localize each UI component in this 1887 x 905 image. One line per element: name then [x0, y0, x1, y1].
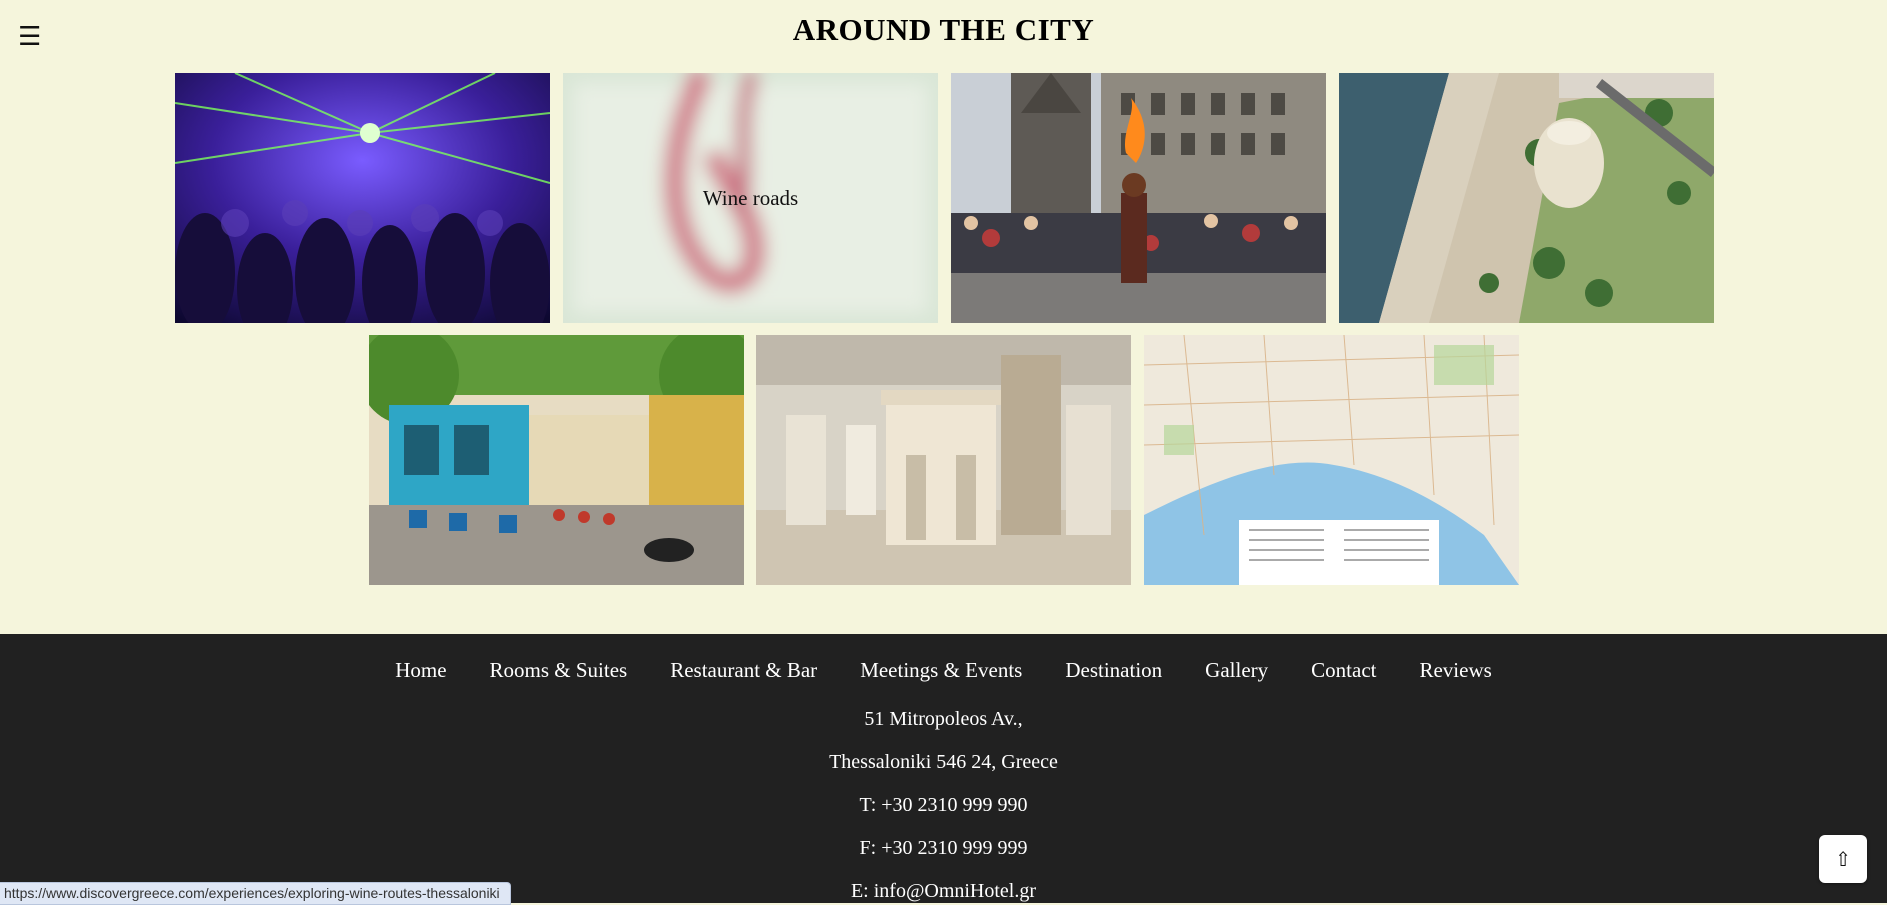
fax-number: F: +30 2310 999 999	[859, 837, 1028, 859]
arrow-up-icon: ⇧	[1834, 848, 1852, 871]
address-line-2: Thessaloniki 546 24, Greece	[829, 751, 1058, 773]
footer-link-destination[interactable]: Destination	[1065, 658, 1162, 683]
footer-link-meetings-events[interactable]: Meetings & Events	[860, 658, 1022, 683]
footer-link-rooms-suites[interactable]: Rooms & Suites	[490, 658, 628, 683]
city-map-image	[1144, 335, 1519, 585]
page-title: AROUND THE CITY	[792, 12, 1095, 47]
footer-nav: Home Rooms & Suites Restaurant & Bar Mee…	[0, 658, 1887, 683]
footer-link-contact[interactable]: Contact	[1311, 658, 1376, 683]
footer-link-reviews[interactable]: Reviews	[1419, 658, 1491, 683]
phone-number: T: +30 2310 999 990	[859, 794, 1028, 816]
tile-wine-roads[interactable]: Wine roads	[563, 73, 938, 323]
tile-white-tower[interactable]	[1339, 73, 1714, 323]
museum-hall-monuments-image	[756, 335, 1131, 585]
tile-city-map[interactable]	[1144, 335, 1519, 585]
white-tower-aerial-image	[1339, 73, 1714, 323]
footer-link-home[interactable]: Home	[395, 658, 446, 683]
tile-museum[interactable]	[756, 335, 1131, 585]
old-town-cafes-street-image	[369, 335, 744, 585]
footer-link-restaurant-bar[interactable]: Restaurant & Bar	[670, 658, 817, 683]
nightclub-crowd-lasers-image	[175, 73, 550, 323]
scroll-to-top-button[interactable]: ⇧	[1819, 835, 1867, 883]
footer-link-gallery[interactable]: Gallery	[1205, 658, 1268, 683]
tile-street-performer[interactable]	[951, 73, 1326, 323]
tile-nightlife[interactable]	[175, 73, 550, 323]
street-performer-fire-image	[951, 73, 1326, 323]
address-line-1: 51 Mitropoleos Av.,	[864, 708, 1023, 730]
tile-old-town[interactable]	[369, 335, 744, 585]
tile-label-wine-roads: Wine roads	[702, 185, 799, 210]
footer: Home Rooms & Suites Restaurant & Bar Mee…	[0, 634, 1887, 903]
status-bar-url: https://www.discovergreece.com/experienc…	[0, 882, 511, 905]
